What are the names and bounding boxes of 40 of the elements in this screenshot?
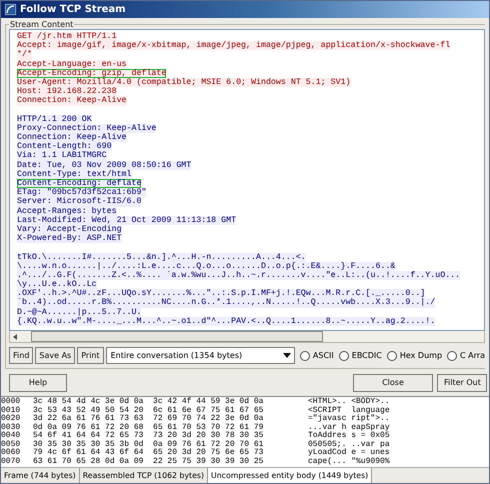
window-title: Follow TCP Stream	[20, 4, 126, 15]
hex-offset: 0060	[1, 449, 22, 458]
hex-offset: 0040	[1, 432, 22, 440]
format-radio[interactable]: EBCDIC	[338, 350, 382, 360]
hex-bytes: 0d 0a 09 76 61 72 20 68 65 61 70 53 70 72 61 79	[33, 424, 264, 432]
dialog-button[interactable]: Filter Out	[437, 374, 487, 392]
hex-offset: 0030	[1, 424, 22, 432]
hex-ascii: 050505;. ..var pa	[308, 440, 390, 448]
app-icon	[5, 4, 16, 15]
toolbar-button[interactable]: Save As	[35, 347, 76, 364]
hex-bytes: 79 4c 6f 61 64 43 6f 64 65 20 3d 20 75 6e 65 73	[33, 449, 264, 457]
hex-ascii: ="javasc ript">..	[308, 415, 390, 423]
hex-offset: 0070	[1, 458, 22, 466]
hex-bytes: 63 61 70 65 28 0d 0a 09 22 25 75 39 30 39 30 25	[33, 458, 264, 466]
hex-ascii: ...var h eapSpray	[308, 424, 390, 432]
toolbar-button[interactable]: Find	[9, 347, 34, 364]
format-radio[interactable]: Hex Dump	[386, 350, 442, 360]
format-radio[interactable]: ASCII	[300, 350, 334, 360]
hex-bytes: 3c 48 54 4d 4c 3e 0d 0a 3c 42 4f 44 59 3e 0d 0a	[33, 398, 264, 406]
hex-ascii: ToAddres s = 0x05	[308, 432, 390, 440]
group-label: Stream Content	[9, 20, 74, 29]
hex-offset: 0020	[1, 415, 22, 424]
dialog-button[interactable]: Help	[9, 374, 67, 392]
toolbar-button[interactable]: Print	[77, 347, 104, 364]
hex-ascii: cape(... "%u9090%	[308, 458, 390, 466]
dialog-button[interactable]: Close	[353, 374, 433, 392]
hex-ascii: yLoadCod e = unes	[308, 449, 390, 457]
hex-offset: 0000	[1, 398, 22, 406]
hex-offset: 0010	[1, 406, 22, 414]
hex-bytes: 3c 53 43 52 49 50 54 20 6c 61 6e 67 75 61 67 65	[33, 406, 264, 414]
format-radio[interactable]: C Arra	[447, 350, 485, 360]
hex-bytes: 30 35 30 35 30 35 3b 0d 0a 09 76 61 72 20 70 61	[33, 440, 264, 448]
hex-bytes: 54 6f 41 64 64 72 65 73 73 20 3d 20 30 78 30 35	[33, 432, 264, 440]
conversation-dropdown[interactable]: Entire conversation (1354 bytes)	[106, 347, 295, 364]
hex-offset: 0050	[1, 440, 22, 448]
horizontal-scrollbar[interactable]	[9, 331, 485, 343]
hex-ascii: <SCRIPT language	[308, 406, 390, 414]
hex-ascii: <HTML>.. <BODY>..	[308, 398, 390, 406]
hex-bytes: 3d 22 6a 61 76 61 73 63 72 69 70 74 22 3e 0d 0a	[33, 415, 264, 423]
scroll-left-icon[interactable]	[13, 334, 17, 340]
